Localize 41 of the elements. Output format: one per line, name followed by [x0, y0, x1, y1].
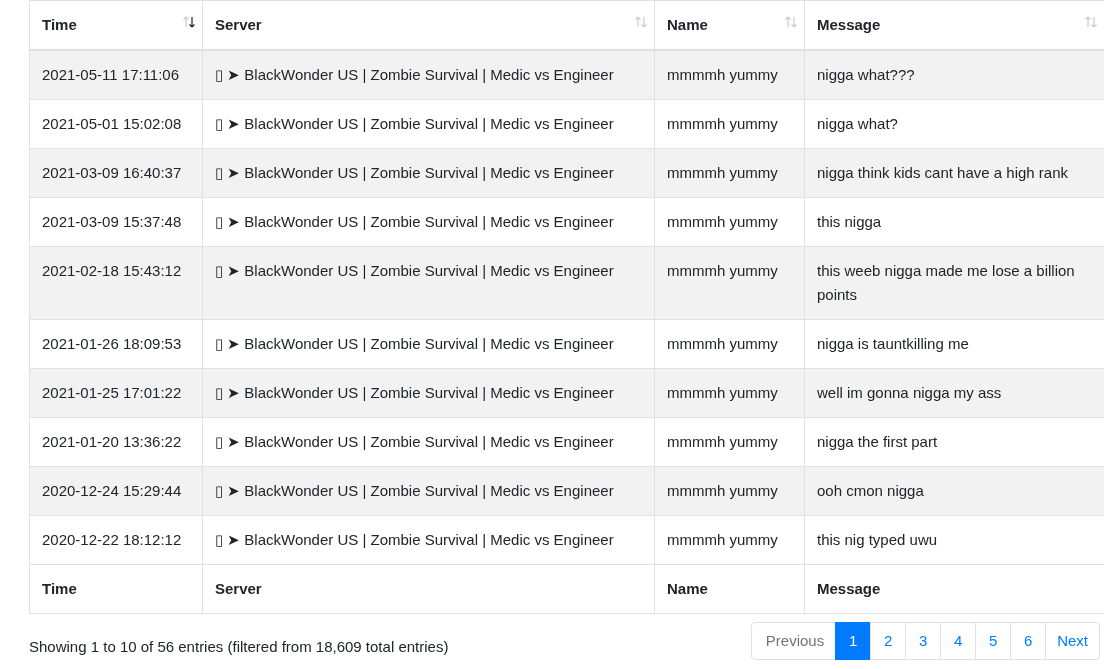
server-cell: ▯ ➤ BlackWonder US | Zombie Survival | Medic vs Engineer — [202, 50, 655, 100]
server-cell: ▯ ➤ BlackWonder US | Zombie Survival | Medic vs Engineer — [202, 148, 655, 198]
server-cell: ▯ ➤ BlackWonder US | Zombie Survival | Medic vs Engineer — [202, 368, 655, 418]
timestamp-cell: 2020-12-22 18:12:12 — [29, 515, 203, 565]
entries-info: Showing 1 to 10 of 56 entries (filtered from 18,609 total entries) — [29, 638, 449, 655]
server-cell: ▯ ➤ BlackWonder US | Zombie Survival | Medic vs Engineer — [202, 99, 655, 149]
server-cell: ▯ ➤ BlackWonder US | Zombie Survival | Medic vs Engineer — [202, 417, 655, 467]
player-name-cell: mmmmh yummy — [654, 417, 805, 467]
server-cell: ▯ ➤ BlackWonder US | Zombie Survival | Medic vs Engineer — [202, 197, 655, 247]
page-link[interactable]: 4 — [940, 622, 977, 660]
column-footer: Server — [202, 564, 655, 614]
timestamp-cell: 2021-01-25 17:01:22 — [29, 368, 203, 418]
page-link[interactable]: 2 — [870, 622, 907, 660]
page-link[interactable]: 6 — [1010, 622, 1047, 660]
server-cell: ▯ ➤ BlackWonder US | Zombie Survival | Medic vs Engineer — [202, 515, 655, 565]
page-link[interactable]: 1 — [835, 622, 872, 660]
player-name-cell: mmmmh yummy — [654, 246, 805, 320]
player-name-cell: mmmmh yummy — [654, 515, 805, 565]
timestamp-cell: 2021-05-01 15:02:08 — [29, 99, 203, 149]
player-name-cell: mmmmh yummy — [654, 197, 805, 247]
player-name-cell: mmmmh yummy — [654, 466, 805, 516]
server-cell: ▯ ➤ BlackWonder US | Zombie Survival | Medic vs Engineer — [202, 246, 655, 320]
timestamp-cell: 2021-05-11 17:11:06 — [29, 50, 203, 100]
player-name-cell: mmmmh yummy — [654, 50, 805, 100]
timestamp-cell: 2021-03-09 15:37:48 — [29, 197, 203, 247]
timestamp-cell: 2020-12-24 15:29:44 — [29, 466, 203, 516]
player-name-cell: mmmmh yummy — [654, 148, 805, 198]
column-footer: Time — [29, 564, 203, 614]
page-link[interactable]: 3 — [905, 622, 942, 660]
player-name-cell: mmmmh yummy — [654, 368, 805, 418]
player-name-cell: mmmmh yummy — [654, 319, 805, 369]
page-nav-link[interactable]: Next — [1045, 622, 1100, 660]
timestamp-cell: 2021-01-26 18:09:53 — [29, 319, 203, 369]
page-link[interactable]: 5 — [975, 622, 1012, 660]
server-cell: ▯ ➤ BlackWonder US | Zombie Survival | Medic vs Engineer — [202, 319, 655, 369]
player-name-cell: mmmmh yummy — [654, 99, 805, 149]
server-cell: ▯ ➤ BlackWonder US | Zombie Survival | Medic vs Engineer — [202, 466, 655, 516]
timestamp-cell: 2021-01-20 13:36:22 — [29, 417, 203, 467]
column-footer: Name — [654, 564, 805, 614]
timestamp-cell: 2021-02-18 15:43:12 — [29, 246, 203, 320]
timestamp-cell: 2021-03-09 16:40:37 — [29, 148, 203, 198]
